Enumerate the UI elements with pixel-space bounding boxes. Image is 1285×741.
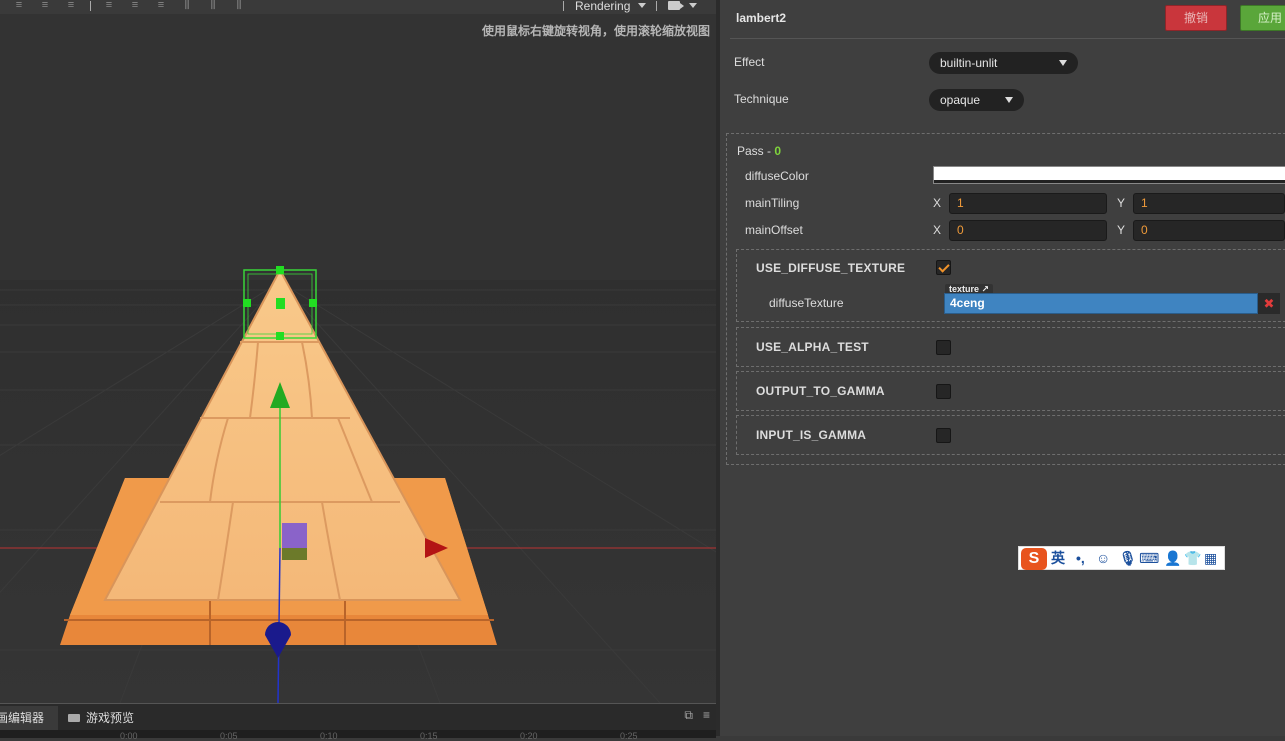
panel-controls: ⧉ ≡ [684,708,710,723]
scene-toolbar: ≡ ≡ ≡ ≡ ≡ ≡ ⫼ ⫼ ⫼ Rendering [0,0,716,14]
effect-select-value: builtin-unlit [940,56,998,70]
main-offset-x-label: X [933,223,942,237]
main-offset-x-input[interactable]: 0 [949,220,1107,241]
timeline-tick: 0:20 [520,731,538,741]
timeline-tick: 0:05 [220,731,238,741]
handle-top[interactable] [276,266,284,274]
chevron-down-icon [1059,60,1067,66]
ime-language-toggle[interactable]: 英 [1051,550,1065,566]
align-hcenter-icon[interactable]: ≡ [128,0,142,12]
pass-header: Pass - 0 [737,144,781,158]
toolbox-icon[interactable]: ▦ [1204,550,1217,566]
sogou-logo-icon[interactable]: S [1021,548,1047,570]
timeline-tick: 0:10 [320,731,338,741]
game-preview-icon [68,714,80,722]
camera-icon[interactable] [668,1,684,10]
input-is-gamma-checkbox[interactable] [936,428,951,443]
keyboard-icon[interactable]: ⌨ [1139,550,1159,566]
toolbar-separator [563,1,564,11]
user-icon[interactable]: 👤 [1164,550,1181,566]
define-name: OUTPUT_TO_GAMMA [756,384,885,398]
clear-texture-button[interactable]: ✖ [1258,293,1280,314]
handle-left[interactable] [243,299,251,307]
diffuse-color-label: diffuseColor [745,169,809,183]
bottom-panel: 画编辑器 游戏预览 ⧉ ≡ 0:00 0:05 0:10 0:15 0:20 0… [0,703,716,741]
distribute-h-icon[interactable]: ⫼ [180,0,194,12]
diffuse-texture-field[interactable]: 4ceng [944,293,1258,314]
gizmo-center-cube[interactable] [282,523,307,549]
ime-toolbar[interactable]: S 英 •, ☺ 🎙 ⌨ 👤 👕 ▦ [1018,546,1225,570]
timeline-tick: 0:15 [420,731,438,741]
maximize-icon[interactable]: ⧉ [684,708,693,722]
main-tiling-x-input[interactable]: 1 [949,193,1107,214]
define-name: USE_ALPHA_TEST [756,340,869,354]
main-offset-y-label: Y [1117,223,1126,237]
use-alpha-test-checkbox[interactable] [936,340,951,355]
main-tiling-y-input[interactable]: 1 [1133,193,1285,214]
distribute-v-icon[interactable]: ⫼ [232,0,246,12]
apply-button[interactable]: 应用 [1240,5,1285,31]
main-tiling-y-label: Y [1117,196,1126,210]
output-to-gamma-checkbox[interactable] [936,384,951,399]
align-vcenter-icon[interactable]: ≡ [38,0,52,12]
effect-select[interactable]: builtin-unlit [929,52,1078,74]
main-tiling-label: mainTiling [745,196,800,210]
tab-game-preview-label: 游戏预览 [86,711,135,725]
pass-label-text: Pass - [737,144,775,158]
tab-animation-editor[interactable]: 画编辑器 [0,706,58,730]
skin-icon[interactable]: 👕 [1184,550,1201,566]
handle-center[interactable] [276,298,285,309]
diffuse-color-swatch[interactable] [933,166,1285,184]
scene-view[interactable]: ≡ ≡ ≡ ≡ ≡ ≡ ⫼ ⫼ ⫼ Rendering 使用鼠标右键旋转视角，使… [0,0,716,703]
ime-punctuation-toggle[interactable]: •, [1076,550,1085,566]
scene-viewport[interactable] [0,0,716,703]
divider [730,38,1285,39]
rendering-dropdown[interactable]: Rendering [575,0,630,13]
microphone-icon[interactable]: 🎙 [1119,550,1137,566]
use-diffuse-texture-checkbox[interactable] [936,260,951,275]
toolbar-separator [90,1,91,11]
technique-select-value: opaque [940,93,981,107]
align-bottom-icon[interactable]: ≡ [64,0,78,12]
toolbar-separator [656,1,657,11]
tab-game-preview[interactable]: 游戏预览 [62,706,162,730]
effect-label: Effect [734,55,765,69]
menu-icon[interactable]: ≡ [703,708,710,722]
pass-index: 0 [774,144,782,158]
revert-button[interactable]: 撤销 [1165,5,1227,31]
chevron-down-icon[interactable] [638,3,646,8]
emoji-icon[interactable]: ☺ [1096,550,1110,566]
main-offset-y-input[interactable]: 0 [1133,220,1285,241]
align-left-icon[interactable]: ≡ [102,0,116,12]
chevron-down-icon [1005,97,1013,103]
align-right-icon[interactable]: ≡ [154,0,168,12]
gizmo-center-cube-bottom [282,548,307,560]
distribute-center-icon[interactable]: ⫼ [206,0,220,12]
material-name: lambert2 [736,11,787,25]
technique-label: Technique [734,92,789,106]
define-name: USE_DIFFUSE_TEXTURE [756,261,906,275]
timeline-ruler[interactable] [0,730,716,738]
timeline-tick: 0:25 [620,731,638,741]
inspector-panel: lambert2 撤销 应用 Effect builtin-unlit Tech… [720,0,1285,736]
main-offset-label: mainOffset [745,223,803,237]
main-tiling-x-label: X [933,196,942,210]
handle-bottom[interactable] [276,332,284,340]
align-top-icon[interactable]: ≡ [12,0,26,12]
diffuse-texture-label: diffuseTexture [769,296,844,310]
handle-right[interactable] [309,299,317,307]
chevron-down-icon[interactable] [689,3,697,8]
timeline-tick: 0:00 [120,731,138,741]
define-name: INPUT_IS_GAMMA [756,428,867,442]
technique-select[interactable]: opaque [929,89,1024,111]
scene-hint-text: 使用鼠标右键旋转视角，使用滚轮缩放视图 [481,24,710,38]
